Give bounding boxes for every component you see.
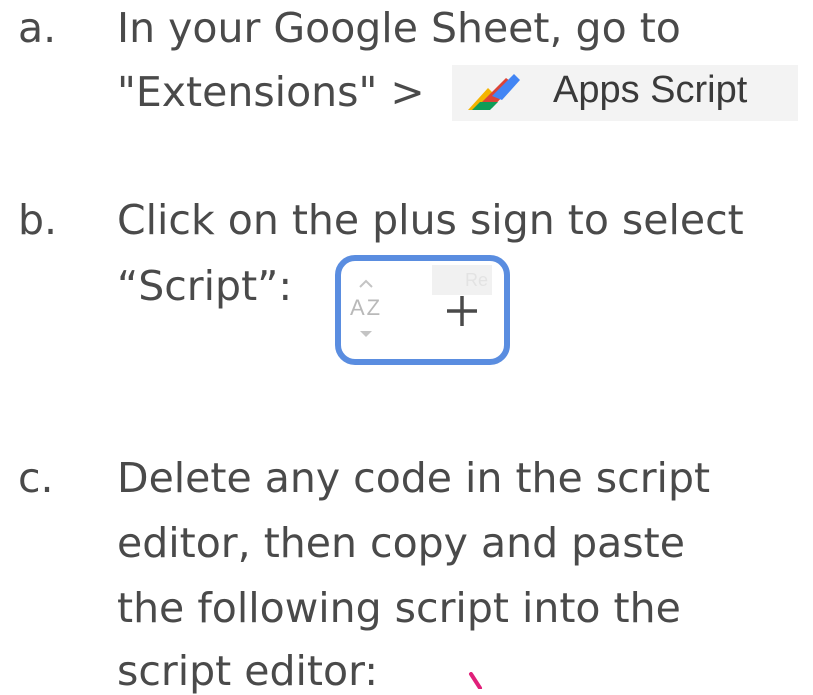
step-b-line-2: “Script”: xyxy=(117,262,293,310)
apps-script-logo-icon xyxy=(468,74,520,110)
step-c-line-2: editor, then copy and paste xyxy=(117,519,685,567)
step-b-line-1: Click on the plus sign to select xyxy=(117,196,744,244)
step-b-marker: b. xyxy=(18,196,58,244)
step-a-line-1: In your Google Sheet, go to xyxy=(117,4,681,52)
step-c-marker: c. xyxy=(18,454,54,502)
annotation-pen-stroke xyxy=(469,672,482,689)
step-c-line-4: script editor: xyxy=(117,647,379,695)
step-a-line-2: "Extensions" > xyxy=(117,68,425,116)
plus-icon[interactable] xyxy=(444,293,480,329)
step-a-marker: a. xyxy=(18,4,57,52)
sort-az-icon[interactable]: AZ xyxy=(350,295,382,321)
step-c-line-1: Delete any code in the script xyxy=(117,454,711,502)
step-c-line-3: the following script into the xyxy=(117,584,681,632)
apps-script-label: Apps Script xyxy=(553,69,748,111)
faded-tab-label: Re xyxy=(432,265,492,295)
